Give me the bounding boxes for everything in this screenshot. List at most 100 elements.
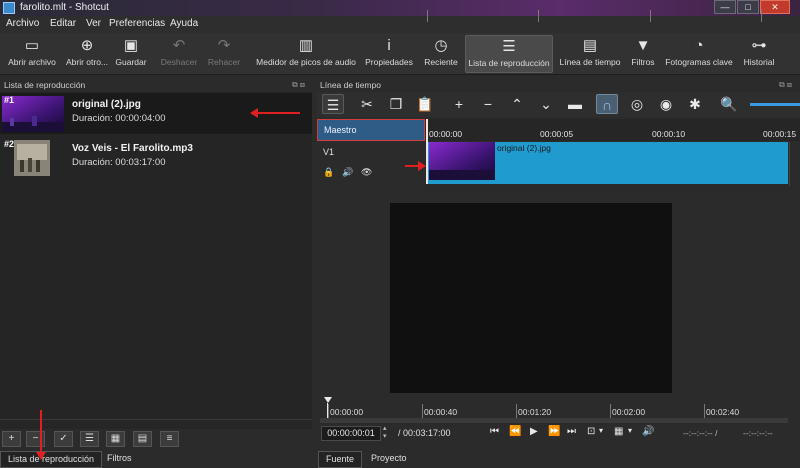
save-button[interactable]: ▣ Guardar [112, 35, 150, 73]
item-name: Voz Veis - El Farolito.mp3 [72, 143, 193, 154]
dock-float-close-icon[interactable]: ⧉ ⊠ [292, 80, 305, 90]
playlist-menu-button[interactable]: ≡ [160, 431, 179, 447]
chevron-down-icon[interactable]: ▾ [628, 426, 632, 435]
master-track-header[interactable]: Maestro [317, 119, 425, 141]
audio-peak-meter-button[interactable]: ▥ Medidor de picos de audio [254, 35, 358, 73]
timeline-ruler[interactable] [426, 119, 800, 141]
track-label: V1 [323, 147, 335, 157]
volume-icon[interactable]: 🔊 [642, 426, 654, 437]
undo-button[interactable]: ↶ Deshacer [158, 35, 200, 73]
player-playhead[interactable] [324, 397, 332, 403]
ruler-tick [610, 404, 611, 418]
playlist-toggle-button[interactable]: ☰ Lista de reproducción [465, 35, 553, 73]
paste-icon[interactable]: 📋 [414, 94, 436, 114]
lift-icon[interactable]: ⌃ [506, 94, 528, 114]
history-toggle-button[interactable]: ⊶ Historial [740, 35, 778, 73]
audio-meter-icon: ▥ [298, 37, 314, 54]
rewind-icon[interactable]: ⏪ [509, 426, 521, 437]
remove-icon[interactable]: − [477, 94, 499, 114]
cut-icon[interactable]: ✂ [356, 94, 378, 114]
playlist-item[interactable]: #2 Voz Veis - El Farolito.mp3 Duración: … [0, 137, 312, 178]
lock-icon[interactable]: 🔒 [323, 167, 334, 178]
fast-forward-icon[interactable]: ⏩ [548, 426, 560, 437]
skip-to-start-icon[interactable]: ⏮ [490, 426, 499, 437]
tab-source[interactable]: Fuente [318, 451, 363, 468]
snap-magnet-icon[interactable]: ∩ [596, 94, 618, 114]
tiles-view-button[interactable]: ▦ [106, 431, 125, 447]
ruler-tick [427, 10, 428, 22]
ripple-all-icon[interactable]: ✱ [684, 94, 706, 114]
skip-to-end-icon[interactable]: ⏭ [567, 426, 576, 437]
ruler-label: 00:00:05 [540, 129, 574, 139]
tab-project[interactable]: Proyecto [364, 451, 414, 468]
ripple-icon[interactable]: ◉ [655, 94, 677, 114]
properties-button[interactable]: i Propiedades [362, 35, 416, 73]
zoom-view-icon[interactable]: ⊡ [587, 426, 595, 437]
menu-archivo[interactable]: Archivo [6, 18, 39, 29]
annotation-arrow-line [258, 112, 300, 114]
minimize-button[interactable]: — [714, 0, 736, 14]
add-item-button[interactable]: + [2, 431, 21, 447]
open-other-icon: ⊕ [80, 37, 94, 54]
item-name: original (2).jpg [72, 99, 141, 110]
zoom-out-icon[interactable]: 🔍 [718, 94, 740, 114]
timeline-playhead[interactable] [426, 119, 428, 189]
timeline-horizontal-scrollbar[interactable] [426, 184, 788, 190]
dock-float-close-icon[interactable]: ⧉ ⊠ [779, 80, 792, 90]
video-preview [390, 203, 672, 393]
open-other-button[interactable]: ⊕ Abrir otro... [62, 35, 112, 73]
timeline-menu-button[interactable]: ☰ [322, 94, 344, 114]
open-file-button[interactable]: ▭ Abrir archivo [4, 35, 60, 73]
menu-editar[interactable]: Editar [50, 18, 76, 29]
hide-eye-icon[interactable]: 👁 [361, 167, 372, 178]
append-icon[interactable]: + [448, 94, 470, 114]
ruler-label: 00:00:15 [763, 129, 797, 139]
timeline-toggle-button[interactable]: ▤ Línea de tiempo [557, 35, 623, 73]
mute-speaker-icon[interactable]: 🔊 [342, 167, 353, 178]
menu-preferencias[interactable]: Preferencias [109, 18, 165, 29]
redo-button[interactable]: ↷ Rehacer [204, 35, 244, 73]
play-icon[interactable]: ▶ [530, 426, 538, 437]
chevron-down-icon[interactable]: ▾ [599, 426, 603, 435]
zoom-slider[interactable] [750, 103, 800, 106]
close-window-button[interactable]: ✕ [760, 0, 790, 14]
tab-filters[interactable]: Filtros [100, 451, 139, 468]
thumbnail-album-art [14, 140, 50, 176]
annotation-arrowhead [418, 161, 426, 171]
clip-thumbnail[interactable] [429, 142, 495, 180]
clip-name: original (2).jpg [497, 143, 551, 153]
playlist-button-bar [0, 429, 314, 449]
annotation-arrowhead [250, 108, 258, 118]
current-timecode-field[interactable]: 00:00:00:01 [321, 426, 381, 441]
item-duration: Duración: 00:03:17:00 [72, 157, 166, 168]
ruler-tick [422, 404, 423, 418]
details-view-button[interactable]: ☰ [80, 431, 99, 447]
keyframes-toggle-button[interactable]: ◔ Fotogramas clave [662, 35, 736, 73]
grid-icon[interactable]: ▦ [614, 426, 623, 437]
timeline-dock-title: Línea de tiempo [320, 80, 381, 90]
menu-ayuda[interactable]: Ayuda [170, 18, 198, 29]
item-number: #2 [4, 139, 15, 149]
scrub-eye-icon[interactable]: ◎ [626, 94, 648, 114]
ruler-tick [538, 10, 539, 22]
remove-item-button[interactable]: − [26, 431, 45, 447]
ruler-label: 00:00:00 [429, 129, 463, 139]
ruler-label: 00:00:40 [424, 407, 458, 417]
copy-icon[interactable]: ❐ [385, 94, 407, 114]
timecode-spinner-icon[interactable]: ▴ ▾ [383, 425, 387, 441]
tab-playlist[interactable]: Lista de reproducción [0, 451, 103, 468]
annotation-arrow-line [405, 165, 419, 167]
playlist-scrollbar[interactable] [0, 419, 312, 429]
menu-ver[interactable]: Ver [86, 18, 101, 29]
split-icon[interactable]: ▬ [564, 94, 586, 114]
ruler-tick [650, 10, 651, 22]
icons-view-button[interactable]: ▤ [133, 431, 152, 447]
timeline-vertical-scrollbar[interactable] [789, 142, 800, 186]
recent-button[interactable]: ◷ Reciente [420, 35, 462, 73]
update-item-button[interactable]: ✓ [54, 431, 73, 447]
total-duration: / 00:03:17:00 [398, 428, 451, 438]
filters-toggle-button[interactable]: ▼ Filtros [626, 35, 660, 73]
overwrite-icon[interactable]: ⌄ [535, 94, 557, 114]
maximize-button[interactable]: □ [737, 0, 759, 14]
player-scrollbar[interactable] [320, 418, 788, 423]
